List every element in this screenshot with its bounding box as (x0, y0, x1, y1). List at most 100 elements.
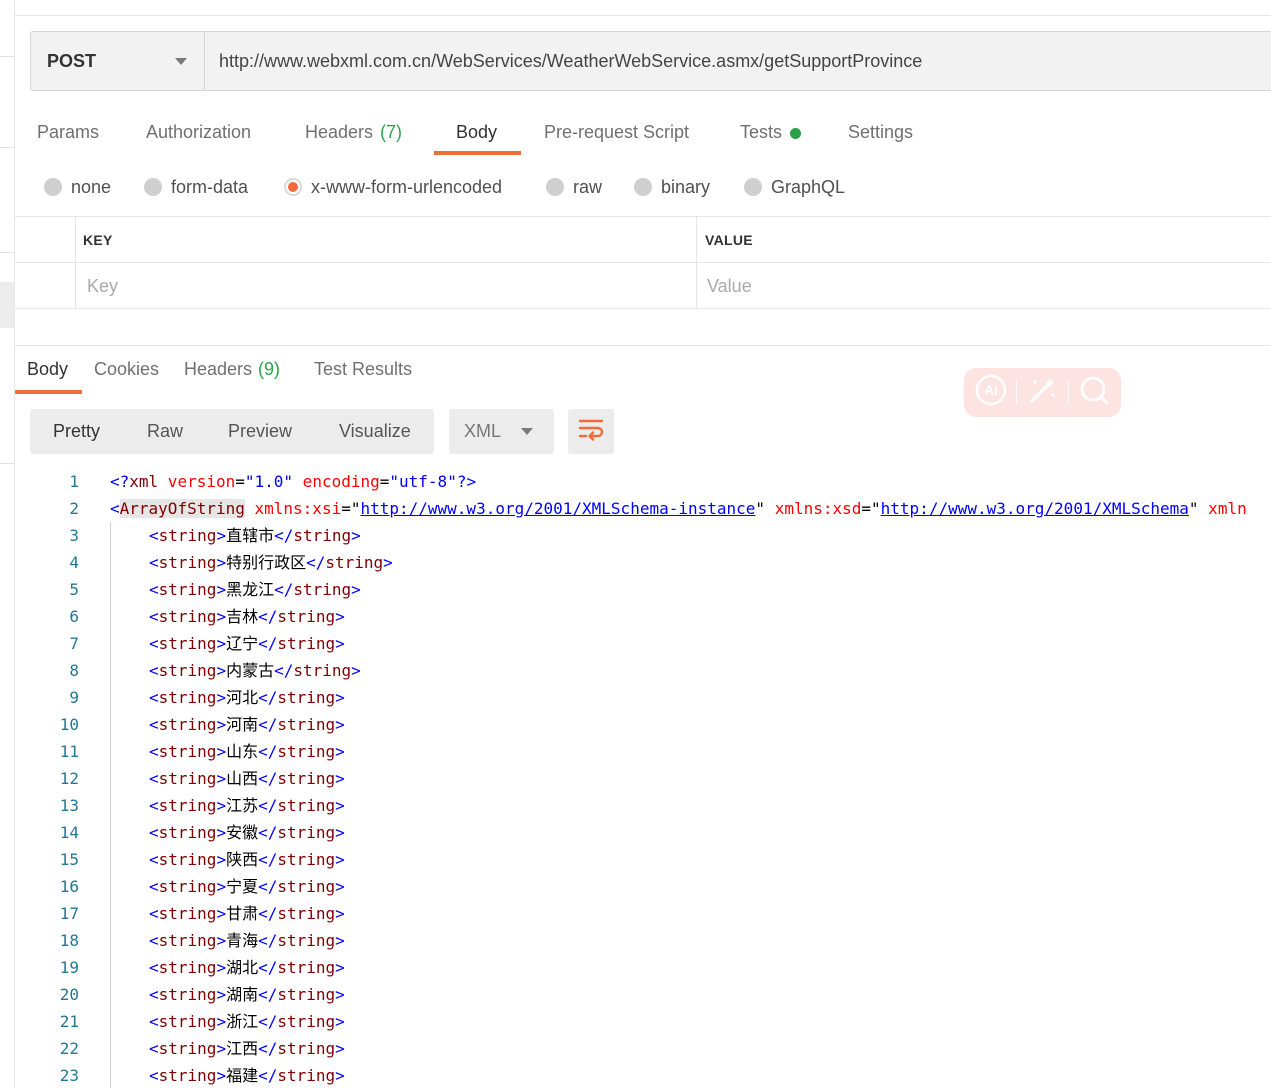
line-number: 11 (59, 742, 79, 761)
tab-tests[interactable]: Tests (740, 110, 802, 156)
xml-bracket: </ (258, 850, 278, 869)
xml-bracket: > (216, 985, 227, 1004)
search-icon[interactable] (1077, 373, 1111, 412)
xml-eq: =" (861, 499, 881, 518)
xml-bracket: > (351, 580, 361, 599)
pretty-button[interactable]: Pretty (53, 409, 100, 454)
xml-bracket: ?> (456, 472, 477, 491)
tab-response-cookies[interactable]: Cookies (94, 356, 159, 380)
xml-bracket: </ (258, 823, 278, 842)
xml-bracket: < (149, 850, 159, 869)
code-line: 5 <string>黑龙江</string> (15, 576, 1271, 603)
tab-body[interactable]: Body (456, 110, 497, 156)
xml-attr: xmlns:xsi (244, 499, 342, 518)
radio-raw[interactable]: raw (546, 172, 602, 202)
xml-bracket: </ (258, 769, 278, 788)
xml-tag: string (158, 1012, 217, 1031)
xml-tag: string (277, 958, 336, 977)
radio-binary[interactable]: binary (634, 172, 710, 202)
ai-toolbar-widget: AI (964, 368, 1121, 417)
tab-headers[interactable]: Headers (7) (305, 110, 402, 156)
line-content: <string>福建</string> (149, 1062, 345, 1088)
xml-tag: ArrayOfString (119, 499, 245, 518)
line-number: 4 (69, 553, 79, 572)
xml-bracket: < (149, 796, 159, 815)
tab-params[interactable]: Params (37, 110, 99, 156)
tab-response-body[interactable]: Body (27, 356, 68, 380)
method-select[interactable]: POST (31, 32, 205, 90)
code-line: 17 <string>甘肃</string> (15, 900, 1271, 927)
xml-bracket: </ (306, 553, 326, 572)
xml-bracket: > (335, 688, 345, 707)
xml-bracket: > (335, 931, 345, 950)
widget-divider (1067, 380, 1069, 405)
xml-tag: string (158, 931, 217, 950)
line-number: 19 (59, 958, 79, 977)
button-label: Visualize (339, 421, 411, 441)
xml-bracket: > (335, 796, 345, 815)
tab-label: Test Results (314, 359, 413, 379)
xml-bracket: > (216, 715, 227, 734)
line-content: <string>河北</string> (149, 684, 345, 711)
radio-none[interactable]: none (44, 172, 111, 202)
line-content: <ArrayOfString xmlns:xsi="http://www.w3.… (110, 495, 1247, 522)
tab-response-headers[interactable]: Headers (9) (184, 356, 280, 380)
xml-quote: " (755, 499, 766, 518)
xml-bracket: < (149, 607, 159, 626)
magic-wand-icon[interactable] (1025, 373, 1059, 412)
xml-tag: string (158, 1066, 217, 1085)
xml-tag: string (277, 607, 336, 626)
line-number: 1 (69, 472, 79, 491)
raw-button[interactable]: Raw (147, 409, 183, 454)
line-content: <string>宁夏</string> (149, 873, 345, 900)
preview-button[interactable]: Preview (228, 409, 292, 454)
wrap-lines-button[interactable] (568, 409, 614, 454)
key-input[interactable]: Key (87, 263, 687, 309)
xml-text: 直辖市 (226, 526, 275, 545)
line-number: 14 (59, 823, 79, 842)
radio-icon (744, 178, 762, 196)
xml-bracket: > (216, 796, 227, 815)
radio-graphql[interactable]: GraphQL (744, 172, 845, 202)
code-line: 6 <string>吉林</string> (15, 603, 1271, 630)
line-number: 10 (59, 715, 79, 734)
key-value-table: KEY VALUE Key Value (15, 216, 1271, 309)
xml-text: 黑龙江 (226, 580, 275, 599)
line-number: 16 (59, 877, 79, 896)
xml-bracket: > (216, 769, 227, 788)
radio-label: x-www-form-urlencoded (311, 176, 503, 197)
xml-tag: string (277, 850, 336, 869)
xml-tag: string (158, 634, 217, 653)
xml-link[interactable]: http://www.w3.org/2001/XMLSchema-instanc… (360, 499, 755, 518)
xml-text: 河南 (226, 715, 259, 734)
line-content: <string>青海</string> (149, 927, 345, 954)
xml-bracket: > (216, 526, 227, 545)
url-text: http://www.webxml.com.cn/WebServices/Wea… (219, 50, 923, 71)
xml-text: 宁夏 (226, 877, 259, 896)
tab-prerequest-script[interactable]: Pre-request Script (544, 110, 689, 156)
code-line: 14 <string>安徽</string> (15, 819, 1271, 846)
visualize-button[interactable]: Visualize (339, 409, 411, 454)
radio-label: GraphQL (771, 176, 846, 197)
line-content: <string>湖南</string> (149, 981, 345, 1008)
url-input[interactable]: http://www.webxml.com.cn/WebServices/Wea… (205, 32, 1271, 90)
response-code-editor[interactable]: 1 <?xml version="1.0" encoding="utf-8"?>… (15, 468, 1271, 1088)
code-line: 19 <string>湖北</string> (15, 954, 1271, 981)
xml-tag: string (277, 877, 336, 896)
ai-icon[interactable]: AI (974, 373, 1008, 412)
tab-authorization[interactable]: Authorization (146, 110, 251, 156)
radio-form-data[interactable]: form-data (144, 172, 248, 202)
format-select[interactable]: XML (449, 409, 554, 454)
line-content: <string>山西</string> (149, 765, 345, 792)
tab-settings[interactable]: Settings (848, 110, 913, 156)
tab-test-results[interactable]: Test Results (314, 356, 412, 380)
xml-link[interactable]: http://www.w3.org/2001/XMLSchema (881, 499, 1189, 518)
line-content: <string>特别行政区</string> (149, 549, 393, 576)
value-input[interactable]: Value (707, 263, 1267, 309)
xml-text: 陕西 (226, 850, 259, 869)
radio-icon (546, 178, 564, 196)
xml-text: 江西 (226, 1039, 259, 1058)
line-content: <string>河南</string> (149, 711, 345, 738)
radio-urlencoded[interactable]: x-www-form-urlencoded (284, 172, 502, 202)
button-label: Pretty (53, 421, 101, 441)
